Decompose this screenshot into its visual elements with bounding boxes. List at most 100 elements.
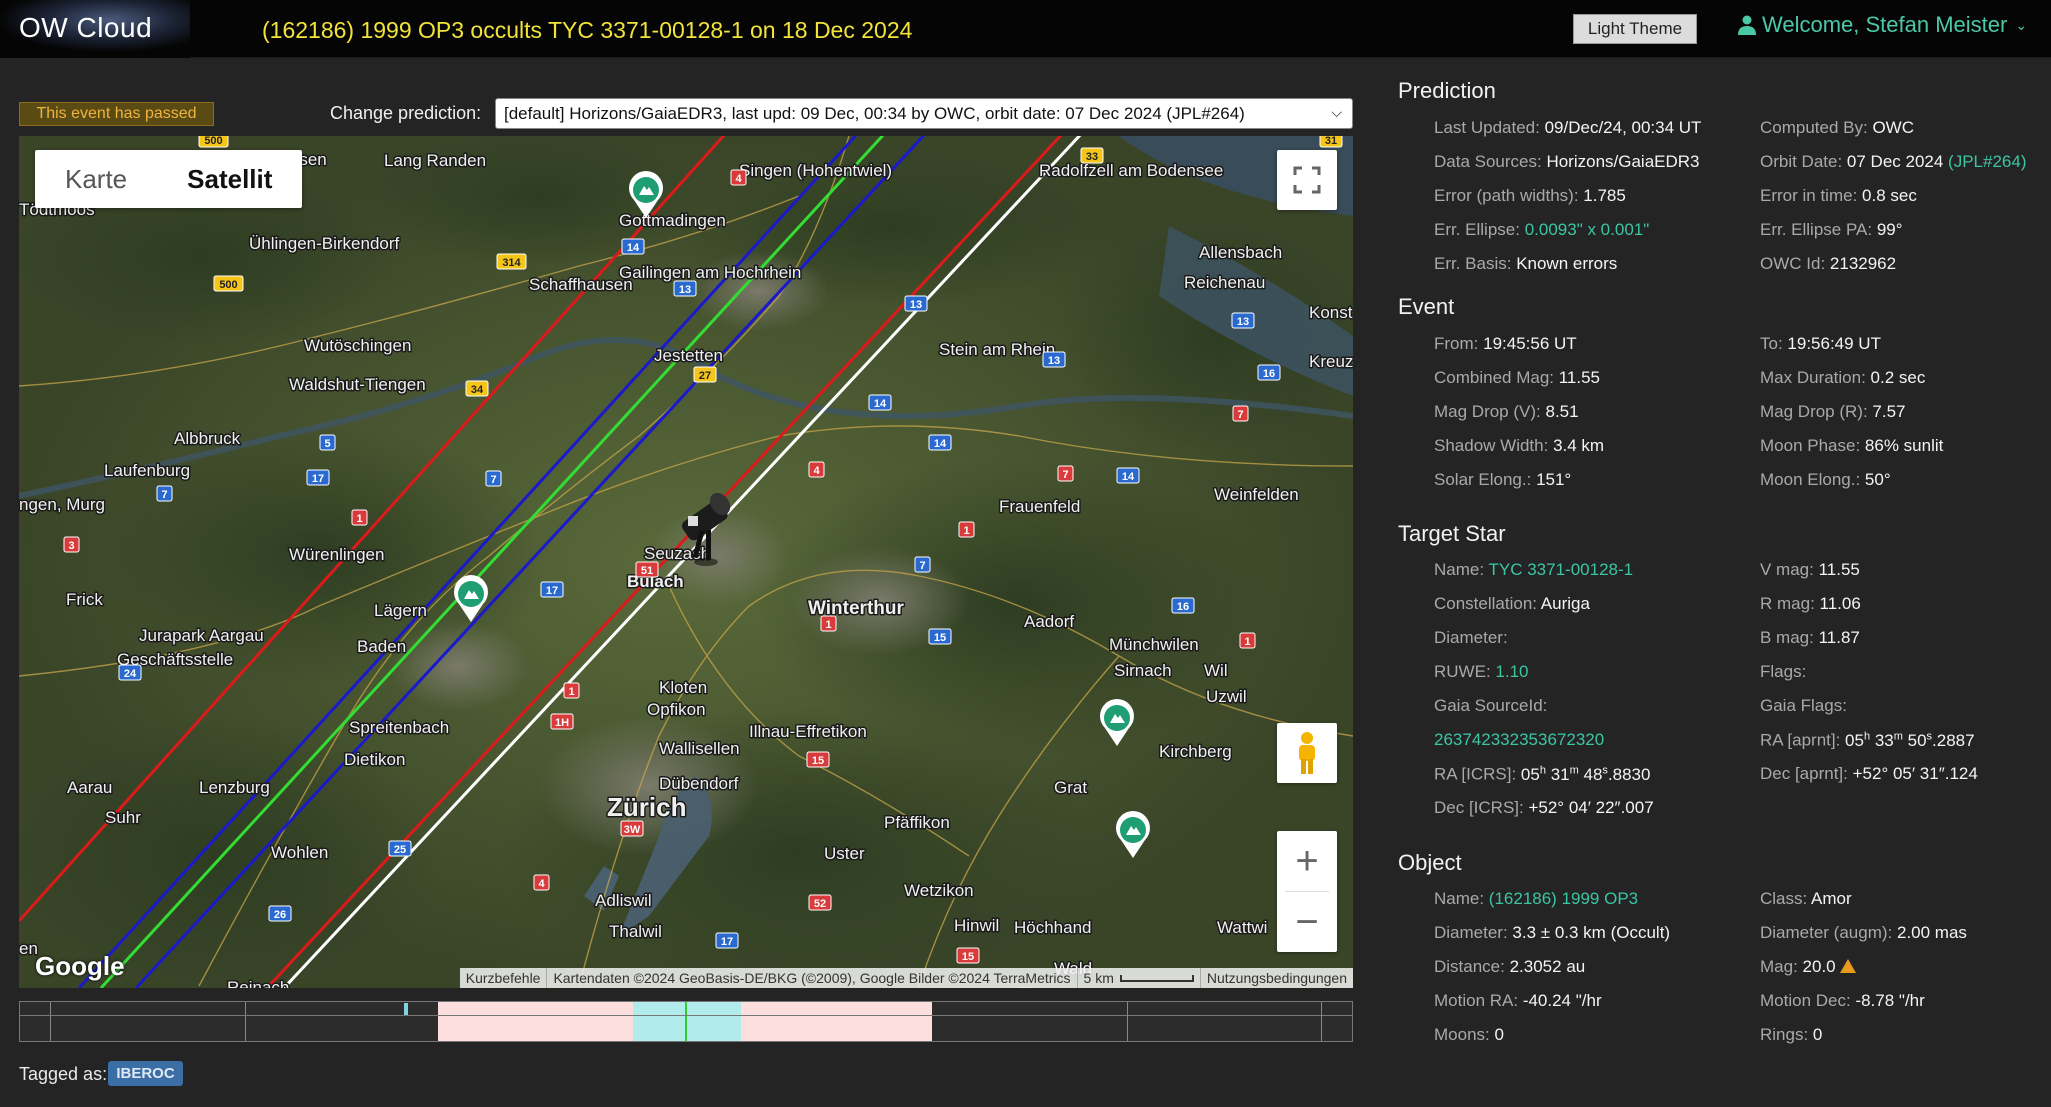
place-label: Aarau bbox=[67, 778, 112, 797]
user-menu[interactable]: Welcome, Stefan Meister ⌄ bbox=[1738, 12, 2027, 38]
timeline-event-window bbox=[633, 1002, 741, 1041]
detail-field: Moons: 0 bbox=[1434, 1025, 1504, 1045]
detail-field: Max Duration: 0.2 sec bbox=[1760, 368, 1925, 388]
map[interactable]: Lang Randen Singen (Hohentwiel) Radolfzell… bbox=[19, 136, 1353, 988]
timeline-tick bbox=[245, 1002, 246, 1041]
field-label: Name: bbox=[1434, 889, 1489, 908]
field-label: Shadow Width: bbox=[1434, 436, 1554, 455]
road-number-badge: 314 bbox=[496, 253, 527, 270]
terms-link[interactable]: Nutzungsbedingungen bbox=[1199, 968, 1353, 988]
place-label: Suhr bbox=[105, 808, 141, 827]
detail-field: Solar Elong.: 151° bbox=[1434, 470, 1571, 490]
place-label: Wil bbox=[1204, 661, 1228, 680]
field-value: 3.4 km bbox=[1553, 436, 1605, 455]
field-value: -8.78 "/hr bbox=[1855, 991, 1925, 1010]
map-canvas[interactable]: Lang Randen Singen (Hohentwiel) Radolfzell… bbox=[19, 136, 1353, 988]
road-number-badge: 24 bbox=[118, 664, 142, 681]
field-value[interactable]: 1.10 bbox=[1495, 662, 1528, 681]
svg-text:14: 14 bbox=[874, 398, 887, 410]
field-value: 05h 31m 48s.8830 bbox=[1520, 764, 1651, 784]
detail-field: Error in time: 0.8 sec bbox=[1760, 186, 1917, 206]
field-value: 09/Dec/24, 00:34 UT bbox=[1544, 118, 1702, 137]
place-label: Lang Randen bbox=[384, 151, 486, 170]
zoom-out-button[interactable]: − bbox=[1277, 892, 1337, 952]
detail-field: Mag Drop (R): 7.57 bbox=[1760, 402, 1906, 422]
place-label: Hinwil bbox=[954, 916, 999, 935]
svg-text:1H: 1H bbox=[555, 717, 569, 729]
bmag-field: B mag: 11.87 bbox=[1760, 628, 1860, 648]
field-value: 0.2 sec bbox=[1870, 368, 1926, 387]
place-label: Grat bbox=[1054, 778, 1087, 797]
svg-text:7: 7 bbox=[1237, 409, 1243, 421]
field-label: Max Duration: bbox=[1760, 368, 1871, 387]
svg-text:15: 15 bbox=[812, 755, 824, 767]
svg-text:5: 5 bbox=[324, 438, 330, 450]
field-value[interactable]: TYC 3371-00128-1 bbox=[1489, 560, 1634, 579]
event-timeline[interactable] bbox=[19, 1001, 1353, 1042]
map-scale[interactable]: 5 km bbox=[1076, 968, 1200, 988]
field-label: Distance: bbox=[1434, 957, 1510, 976]
place-label: Ühlingen-Birkendorf bbox=[249, 234, 400, 253]
map-type-satellite-button[interactable]: Satellit bbox=[157, 150, 302, 208]
gaia-flags-field: Gaia Flags: bbox=[1760, 696, 1847, 716]
field-value[interactable]: 0.0093" x 0.001" bbox=[1525, 220, 1650, 239]
field-label: Diameter: bbox=[1434, 628, 1508, 647]
svg-text:500: 500 bbox=[219, 279, 237, 291]
detail-field: Combined Mag: 11.55 bbox=[1434, 368, 1600, 388]
place-label: Allensbach bbox=[1199, 243, 1282, 262]
svg-text:7: 7 bbox=[1062, 469, 1068, 481]
svg-text:34: 34 bbox=[471, 384, 484, 396]
map-data-attribution: Kartendaten ©2024 GeoBasis-DE/BKG (©2009… bbox=[546, 968, 1076, 988]
google-logo: Google bbox=[35, 951, 125, 981]
field-label: Motion Dec: bbox=[1760, 991, 1856, 1010]
street-view-button[interactable] bbox=[1277, 723, 1337, 783]
gaia-sourceid-link[interactable]: 263742332353672320 bbox=[1434, 730, 1604, 750]
zoom-in-button[interactable]: + bbox=[1277, 831, 1337, 891]
logo[interactable]: OW Cloud bbox=[0, 0, 190, 58]
fullscreen-button[interactable] bbox=[1277, 150, 1337, 210]
road-number-badge: 4 bbox=[730, 169, 747, 186]
field-extra[interactable]: (JPL#264) bbox=[1943, 152, 2026, 171]
app: OW Cloud (162186) 1999 OP3 occults TYC 3… bbox=[0, 0, 2051, 1107]
svg-text:13: 13 bbox=[679, 284, 691, 296]
place-label: Lenzburg bbox=[199, 778, 270, 797]
place-label: Gottmadingen bbox=[619, 211, 726, 230]
road-number-badge: 4 bbox=[808, 461, 825, 478]
warning-icon[interactable] bbox=[1839, 959, 1856, 973]
map-type-karte-button[interactable]: Karte bbox=[35, 150, 157, 208]
field-label: Flags: bbox=[1760, 662, 1807, 681]
field-label: RA [ICRS]: bbox=[1434, 764, 1521, 784]
prediction-select[interactable]: [default] Horizons/GaiaEDR3, last upd: 0… bbox=[495, 98, 1353, 129]
road-number-badge: 16 bbox=[1257, 364, 1281, 381]
road-number-badge: 13 bbox=[1231, 312, 1255, 329]
light-theme-button[interactable]: Light Theme bbox=[1573, 14, 1697, 44]
field-value: Amor bbox=[1811, 889, 1852, 908]
scale-bar bbox=[1119, 974, 1194, 982]
road-number-badge: 17 bbox=[715, 932, 739, 949]
place-label: Reichenau bbox=[1184, 273, 1265, 292]
star-name-field: Name: TYC 3371-00128-1 bbox=[1434, 560, 1633, 580]
ra-aprnt-field: RA [aprnt]: 05h 33m 50s.2887 bbox=[1760, 730, 1975, 751]
timeline-cursor[interactable] bbox=[404, 1003, 408, 1015]
svg-text:16: 16 bbox=[1263, 368, 1275, 380]
svg-text:7: 7 bbox=[919, 560, 925, 572]
tag-badge[interactable]: IBEROC bbox=[108, 1061, 183, 1086]
road-number-badge: 51 bbox=[635, 561, 659, 578]
place-label: Konst bbox=[1309, 303, 1353, 322]
field-label: Computed By: bbox=[1760, 118, 1873, 137]
svg-text:15: 15 bbox=[934, 632, 946, 644]
place-label: Aadorf bbox=[1024, 612, 1074, 631]
field-value[interactable]: (162186) 1999 OP3 bbox=[1489, 889, 1638, 908]
place-label: Weinfelden bbox=[1214, 485, 1299, 504]
road-number-badge: 13 bbox=[673, 280, 697, 297]
road-number-badge: 500 bbox=[213, 275, 244, 292]
chevron-down-icon: ⌄ bbox=[2015, 16, 2028, 33]
field-label: Moons: bbox=[1434, 1025, 1495, 1044]
detail-field: To: 19:56:49 UT bbox=[1760, 334, 1881, 354]
road-number-badge: 3 bbox=[63, 536, 80, 553]
field-label: Gaia Flags: bbox=[1760, 696, 1847, 715]
field-value: Auriga bbox=[1540, 594, 1590, 613]
keyboard-shortcuts-link[interactable]: Kurzbefehle bbox=[460, 968, 547, 988]
map-type-control: Karte Satellit bbox=[35, 150, 303, 208]
field-value: 20.0 bbox=[1802, 957, 1836, 976]
